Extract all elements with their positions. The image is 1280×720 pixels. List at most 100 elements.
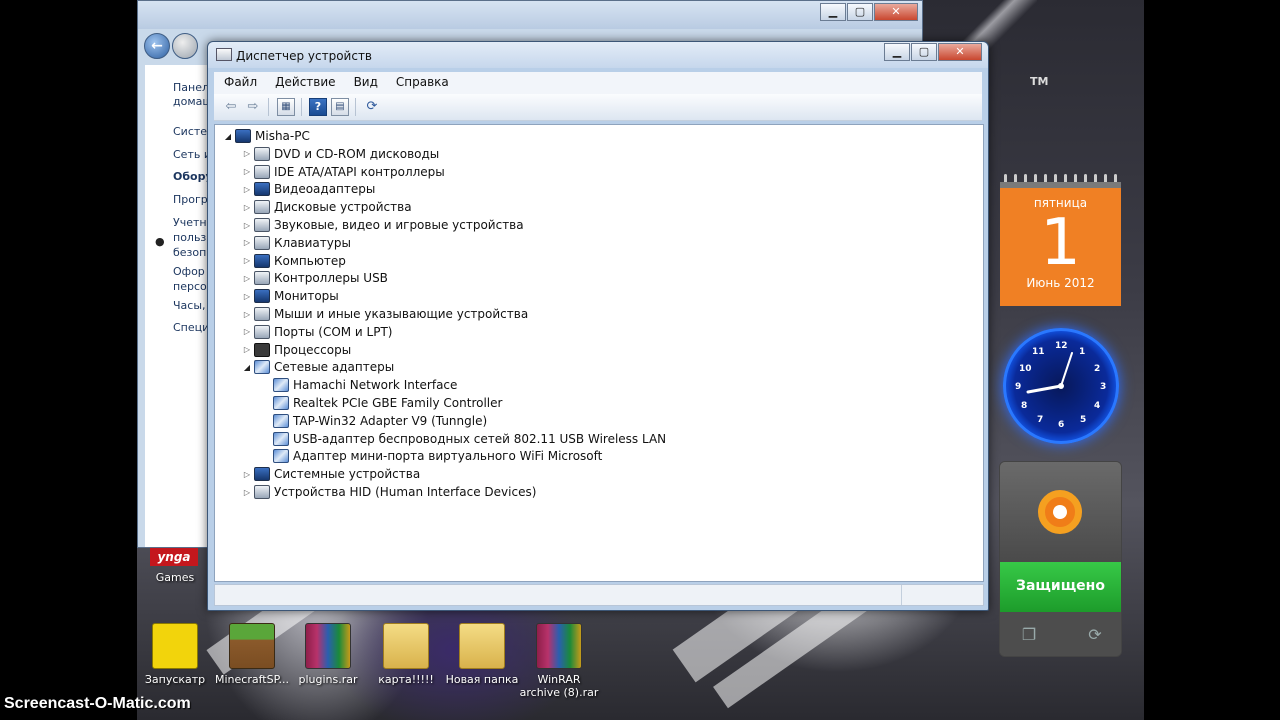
device-manager-icon (216, 48, 232, 61)
scan-hardware-icon[interactable]: ⟳ (363, 98, 381, 116)
calendar-gadget[interactable]: пятница 1 Июнь 2012 (1000, 182, 1121, 306)
control-panel-nav: ← (144, 33, 198, 59)
expand-arrow-icon[interactable]: ▷ (242, 238, 252, 247)
left-pane-link[interactable]: Прогр (173, 193, 208, 206)
antivirus-gadget[interactable]: Защищено ❐ ⟳ (999, 461, 1122, 657)
close-button[interactable]: ✕ (874, 3, 918, 21)
device-category[interactable]: ▷ Порты (COM и LPT) (242, 323, 392, 341)
left-pane-link-selected[interactable]: Обору (173, 170, 210, 183)
refresh-icon[interactable]: ⟳ (1084, 624, 1106, 646)
desktop-icon-map[interactable]: карта!!!!! (366, 623, 446, 686)
left-pane-link[interactable]: польз (173, 231, 206, 244)
expand-arrow-icon[interactable]: ▷ (242, 221, 252, 230)
expand-arrow-icon[interactable]: ▷ (242, 185, 252, 194)
menu-help[interactable]: Справка (386, 72, 457, 94)
device-category[interactable]: ▷ Клавиатуры (242, 234, 351, 252)
expand-arrow-icon[interactable]: ▷ (242, 292, 252, 301)
clock-number: 4 (1094, 401, 1101, 411)
expand-arrow-icon[interactable]: ▷ (242, 167, 252, 176)
tree-view-icon[interactable]: ▦ (277, 98, 295, 116)
clock-number: 5 (1080, 415, 1087, 425)
expand-arrow-icon[interactable]: ▷ (242, 327, 252, 336)
device-category[interactable]: ▷ Мониторы (242, 287, 339, 305)
port-icon (254, 324, 270, 339)
desktop-icon-plugins[interactable]: plugins.rar (288, 623, 368, 686)
device-category[interactable]: ▷ DVD и CD-ROM дисководы (242, 145, 439, 163)
menu-view[interactable]: Вид (344, 72, 386, 94)
device-category[interactable]: ▷ Звуковые, видео и игровые устройства (242, 216, 524, 234)
menu-action[interactable]: Действие (265, 72, 343, 94)
collapse-arrow-icon[interactable]: ◢ (242, 363, 252, 372)
left-pane-link[interactable]: Офор (173, 265, 205, 278)
device-category[interactable]: ▷ Устройства HID (Human Interface Devices… (242, 483, 536, 501)
clock-gadget[interactable]: 12 1 2 3 4 5 6 7 8 9 10 11 (1003, 328, 1119, 444)
clock-number: 2 (1094, 364, 1101, 374)
zynga-logo-icon[interactable]: ynga (150, 548, 198, 566)
open-window-icon[interactable]: ❐ (1018, 624, 1040, 646)
usb-icon (254, 271, 270, 286)
desktop-icon-new-folder[interactable]: Новая папка (442, 623, 522, 686)
device-item[interactable]: Адаптер мини-порта виртуального WiFi Mic… (261, 447, 602, 465)
winrar-icon (536, 623, 582, 669)
expand-arrow-icon[interactable]: ▷ (242, 256, 252, 265)
device-item[interactable]: USB-адаптер беспроводных сетей 802.11 US… (261, 430, 666, 448)
desktop-icon-launcher[interactable]: Запускатр (135, 623, 215, 686)
device-category[interactable]: ▷ Процессоры (242, 341, 351, 359)
device-item[interactable]: Hamachi Network Interface (261, 376, 457, 394)
expand-arrow-icon[interactable]: ▷ (242, 345, 252, 354)
device-item[interactable]: Realtek PCIe GBE Family Controller (261, 394, 502, 412)
back-arrow-icon[interactable]: ⇦ (222, 98, 240, 116)
device-tree[interactable]: ◢ Misha-PC ▷ DVD и CD-ROM дисководы ▷ IDE ATA… (214, 124, 984, 582)
left-pane-link[interactable]: Учетни (173, 216, 210, 229)
left-pane-link[interactable]: Специ (173, 321, 209, 334)
maximize-button[interactable]: ▢ (847, 3, 873, 21)
device-category[interactable]: ▷ Компьютер (242, 252, 346, 270)
maximize-button[interactable]: ▢ (911, 43, 937, 61)
left-pane-link[interactable]: безопа (173, 246, 210, 259)
expand-arrow-icon[interactable]: ▷ (242, 203, 252, 212)
expand-arrow-icon[interactable]: ▷ (242, 274, 252, 283)
caption-buttons: ▁ ▢ ✕ (883, 43, 982, 61)
desktop-icon-minecraft[interactable]: MinecraftSP... (212, 623, 292, 686)
clock-number: 6 (1058, 420, 1065, 430)
expand-arrow-icon[interactable]: ▷ (242, 310, 252, 319)
minimize-button[interactable]: ▁ (820, 3, 846, 21)
left-pane-link[interactable]: Систем (173, 125, 210, 138)
control-panel-titlebar[interactable] (138, 1, 922, 29)
expand-arrow-icon[interactable]: ▷ (242, 470, 252, 479)
device-category[interactable]: ▷ Видеоадаптеры (242, 180, 375, 198)
device-category[interactable]: ▷ Дисковые устройства (242, 198, 412, 216)
back-arrow-icon[interactable]: ← (144, 33, 170, 59)
device-item[interactable]: TAP-Win32 Adapter V9 (Tunngle) (261, 412, 487, 430)
forward-arrow-icon[interactable] (172, 33, 198, 59)
tree-node-label: Звуковые, видео и игровые устройства (274, 218, 524, 232)
device-category[interactable]: ▷ IDE ATA/ATAPI контроллеры (242, 163, 445, 181)
desktop-icon-winrar-archive[interactable]: WinRAR archive (8).rar (519, 623, 599, 699)
collapse-arrow-icon[interactable]: ◢ (223, 132, 233, 141)
monitor-icon (254, 289, 270, 304)
help-icon[interactable]: ? (309, 98, 327, 116)
device-category[interactable]: ◢ Сетевые адаптеры (242, 358, 394, 376)
left-pane-link[interactable]: персо (173, 280, 207, 293)
device-manager-titlebar[interactable]: Диспетчер устройств ▁ ▢ ✕ (208, 42, 988, 68)
device-category[interactable]: ▷ Системные устройства (242, 465, 420, 483)
left-pane-link[interactable]: Часы, (173, 299, 206, 312)
properties-icon[interactable]: ▤ (331, 98, 349, 116)
left-pane-link[interactable]: Сеть и (173, 148, 210, 161)
forward-arrow-icon[interactable]: ⇨ (244, 98, 262, 116)
close-button[interactable]: ✕ (938, 43, 982, 61)
expand-arrow-icon[interactable]: ▷ (242, 149, 252, 158)
minimize-button[interactable]: ▁ (884, 43, 910, 61)
left-pane-link[interactable]: домаш (173, 95, 210, 108)
menu-file[interactable]: Файл (214, 72, 265, 94)
antivirus-status[interactable]: Защищено (1000, 562, 1121, 612)
expand-arrow-icon[interactable]: ▷ (242, 488, 252, 497)
tree-root[interactable]: ◢ Misha-PC (223, 127, 310, 145)
clock-number: 8 (1021, 401, 1028, 411)
tree-node-label: USB-адаптер беспроводных сетей 802.11 US… (293, 431, 667, 446)
device-category[interactable]: ▷ Мыши и иные указывающие устройства (242, 305, 528, 323)
device-manager-window[interactable]: Диспетчер устройств ▁ ▢ ✕ Файл Действие … (207, 41, 989, 611)
zynga-label: Games (155, 571, 195, 584)
left-pane-link[interactable]: Панел (173, 81, 209, 94)
device-category[interactable]: ▷ Контроллеры USB (242, 269, 388, 287)
